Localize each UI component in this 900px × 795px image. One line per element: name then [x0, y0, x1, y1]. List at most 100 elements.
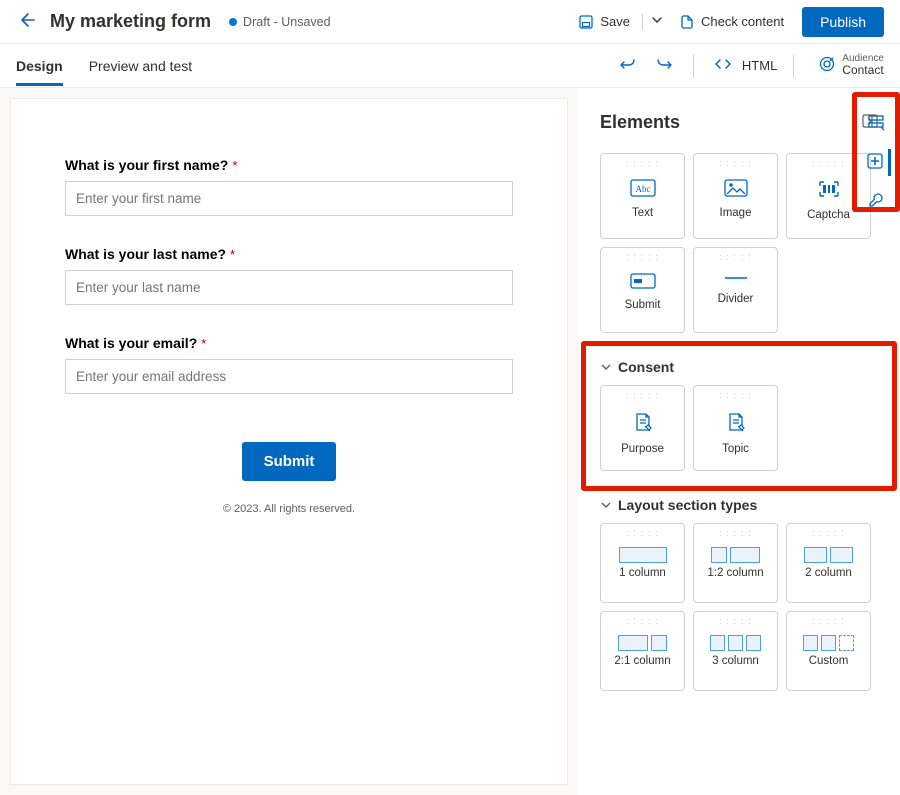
tab-preview[interactable]: Preview and test [89, 46, 193, 86]
field-first-name: What is your first name? * [65, 157, 513, 246]
drag-grip-icon: · · · · ·· · · · · [626, 530, 659, 537]
elements-panel-title: Elements [600, 112, 862, 133]
separator [793, 55, 794, 77]
chevron-down-icon [600, 499, 612, 511]
tile-1-column[interactable]: · · · · ·· · · · · 1 column [600, 523, 685, 603]
drag-grip-icon: · · · · ·· · · · · [626, 392, 659, 399]
html-icon[interactable] [710, 51, 736, 80]
purpose-icon [632, 411, 654, 433]
rail-settings-icon[interactable] [867, 188, 889, 215]
check-content-label: Check content [701, 14, 784, 29]
tile-label: Purpose [621, 443, 664, 455]
form-canvas[interactable]: What is your first name? * What is your l… [10, 98, 568, 785]
field-label: What is your first name? [65, 157, 228, 173]
check-content-button[interactable]: Check content [669, 9, 794, 35]
save-split-chevron-icon[interactable] [645, 14, 669, 29]
side-rail [858, 94, 898, 215]
tile-label: Divider [718, 293, 754, 305]
save-icon [578, 14, 594, 30]
divider-icon [723, 273, 749, 283]
captcha-icon [817, 179, 841, 199]
back-arrow-icon[interactable] [16, 6, 44, 37]
tile-image[interactable]: · · · · ·· · · · · Image [693, 153, 778, 239]
tile-1-2-column[interactable]: · · · · ·· · · · · 1:2 column [693, 523, 778, 603]
copyright-text: © 2023. All rights reserved. [65, 503, 513, 515]
tile-label: Custom [809, 655, 849, 667]
drag-grip-icon: · · · · ·· · · · · [719, 254, 752, 261]
tile-label: Submit [625, 299, 661, 311]
required-mark: * [230, 247, 235, 262]
form-submit-button[interactable]: Submit [242, 442, 337, 481]
rail-fields-icon[interactable] [867, 110, 889, 137]
separator [693, 55, 694, 77]
basic-elements-grid: · · · · ·· · · · · Abc Text · · · · ·· ·… [578, 153, 900, 347]
header-bar: My marketing form Draft - Unsaved Save C… [0, 0, 900, 44]
submit-icon [630, 273, 656, 289]
last-name-input[interactable] [65, 270, 513, 305]
layout-section-header[interactable]: Layout section types [578, 485, 900, 523]
tile-submit[interactable]: · · · · ·· · · · · Submit [600, 247, 685, 333]
consent-section-title: Consent [618, 359, 674, 375]
target-icon [818, 55, 836, 76]
drag-grip-icon: · · · · ·· · · · · [626, 254, 659, 261]
check-content-icon [679, 14, 695, 30]
tile-custom-column[interactable]: · · · · ·· · · · · Custom [786, 611, 871, 691]
chevron-down-icon [600, 361, 612, 373]
field-label: What is your email? [65, 335, 197, 351]
tile-2-1-column[interactable]: · · · · ·· · · · · 2:1 column [600, 611, 685, 691]
tile-label: Captcha [807, 209, 850, 221]
page-title: My marketing form [50, 11, 211, 32]
audience-value: Contact [842, 64, 884, 77]
field-label: What is your last name? [65, 246, 226, 262]
separator [642, 14, 643, 30]
drag-grip-icon: · · · · ·· · · · · [812, 160, 845, 167]
topic-icon [725, 411, 747, 433]
tile-purpose[interactable]: · · · · ·· · · · · Purpose [600, 385, 685, 471]
tile-label: Text [632, 207, 653, 219]
tab-bar: Design Preview and test HTML Audience [0, 44, 900, 88]
redo-icon[interactable] [651, 51, 677, 80]
tile-label: Topic [722, 443, 749, 455]
draft-status: Draft - Unsaved [243, 15, 331, 29]
drag-grip-icon: · · · · ·· · · · · [719, 160, 752, 167]
tab-design[interactable]: Design [16, 46, 63, 86]
tile-3-column[interactable]: · · · · ·· · · · · 3 column [693, 611, 778, 691]
drag-grip-icon: · · · · ·· · · · · [812, 618, 845, 625]
tile-label: 3 column [712, 655, 759, 667]
save-label: Save [600, 14, 630, 29]
tile-label: Image [720, 207, 752, 219]
publish-button[interactable]: Publish [802, 7, 884, 37]
tile-label: 1:2 column [707, 567, 763, 579]
tile-topic[interactable]: · · · · ·· · · · · Topic [693, 385, 778, 471]
html-label[interactable]: HTML [742, 58, 777, 73]
status-dot-icon [229, 18, 237, 26]
tile-2-column[interactable]: · · · · ·· · · · · 2 column [786, 523, 871, 603]
drag-grip-icon: · · · · ·· · · · · [626, 160, 659, 167]
required-mark: * [201, 336, 206, 351]
undo-icon[interactable] [615, 51, 641, 80]
email-input[interactable] [65, 359, 513, 394]
drag-grip-icon: · · · · ·· · · · · [812, 530, 845, 537]
save-button[interactable]: Save [568, 9, 640, 35]
required-mark: * [232, 158, 237, 173]
first-name-input[interactable] [65, 181, 513, 216]
tile-text[interactable]: · · · · ·· · · · · Abc Text [600, 153, 685, 239]
drag-grip-icon: · · · · ·· · · · · [626, 618, 659, 625]
layout-grid: · · · · ·· · · · · 1 column · · · · ·· ·… [578, 523, 900, 705]
tile-label: 1 column [619, 567, 666, 579]
rail-elements-icon[interactable] [866, 149, 891, 176]
drag-grip-icon: · · · · ·· · · · · [719, 618, 752, 625]
tile-divider[interactable]: · · · · ·· · · · · Divider [693, 247, 778, 333]
consent-section-header[interactable]: Consent [578, 347, 900, 385]
consent-grid: · · · · ·· · · · · Purpose · · · · ·· · … [578, 385, 900, 485]
image-icon [724, 179, 748, 197]
svg-text:Abc: Abc [635, 184, 650, 194]
field-last-name: What is your last name? * [65, 246, 513, 335]
audience-button[interactable]: Audience Contact [818, 53, 884, 77]
elements-panel: Elements · · · · ·· · · · · Abc Text · ·… [578, 88, 900, 795]
tile-label: 2:1 column [614, 655, 670, 667]
field-email: What is your email? * [65, 335, 513, 424]
drag-grip-icon: · · · · ·· · · · · [719, 530, 752, 537]
text-icon: Abc [630, 179, 656, 197]
tile-label: 2 column [805, 567, 852, 579]
